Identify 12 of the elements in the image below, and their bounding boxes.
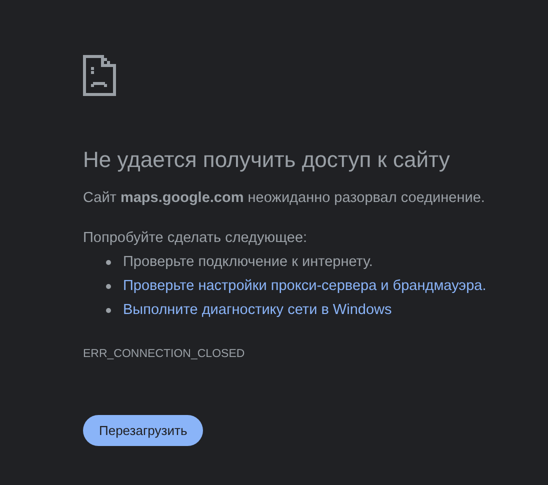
suggestion-link[interactable]: Выполните диагностику сети в Windows [123,300,392,320]
bullet-icon [106,284,111,288]
suggestion-link[interactable]: Проверьте настройки прокси-сервера и брандмауэра. [123,276,486,296]
reload-button[interactable]: Перезагрузить [83,415,204,446]
bullet-icon [106,260,111,264]
suggestions-title: Попробуйте сделать следующее: [83,229,308,248]
bullet-icon [106,308,111,312]
suggestion-text: Проверьте подключение к интернету. [123,253,373,272]
error-heading: Не удается получить доступ к сайту [83,146,450,174]
error-code: ERR_CONNECTION_CLOSED [83,347,245,362]
sad-page-icon [83,55,116,96]
error-description: Сайт maps.google.com неожиданно разорвал соединение. [83,189,485,208]
